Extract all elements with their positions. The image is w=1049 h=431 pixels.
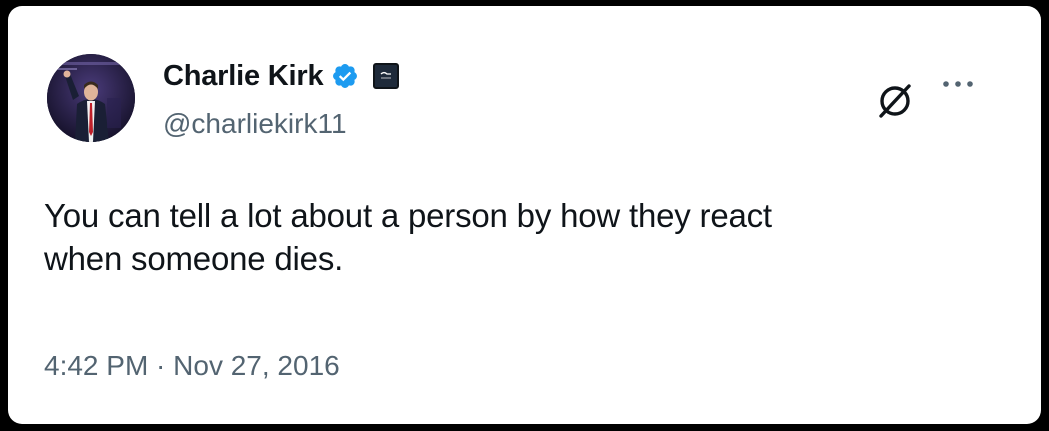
avatar[interactable]	[47, 54, 135, 142]
grok-icon[interactable]	[875, 80, 915, 120]
verified-badge-icon[interactable]	[331, 62, 359, 90]
more-icon[interactable]	[940, 74, 976, 94]
affiliate-logo-icon	[380, 71, 392, 79]
tweet-timestamp[interactable]: 4:42 PM · Nov 27, 2016	[44, 350, 340, 382]
display-name[interactable]: Charlie Kirk	[163, 60, 324, 93]
tweet-card[interactable]: Charlie Kirk @charliekirk11 You can tell…	[8, 6, 1041, 424]
author-handle[interactable]: @charliekirk11	[163, 108, 347, 140]
affiliate-badge-icon[interactable]	[373, 63, 400, 89]
avatar-image	[47, 54, 135, 142]
author-name-row: Charlie Kirk	[163, 56, 400, 96]
tweet-text: You can tell a lot about a person by how…	[44, 197, 772, 277]
